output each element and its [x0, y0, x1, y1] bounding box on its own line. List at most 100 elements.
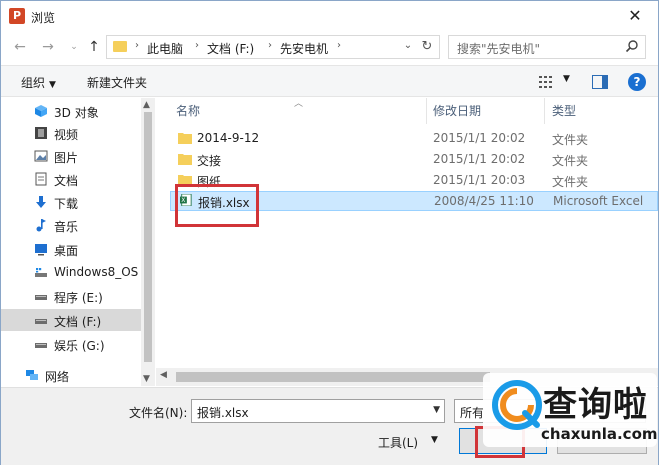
drive-icon: [35, 343, 47, 348]
folder-icon: [178, 154, 192, 165]
new-folder-button[interactable]: 新建文件夹: [87, 74, 147, 91]
file-type: 文件夹: [552, 154, 589, 168]
column-header-type[interactable]: 类型: [552, 102, 576, 119]
address-bar[interactable]: › 此电脑 › 文档 (F:) › 先安电机 › ⌄ ↻: [106, 35, 440, 59]
file-type: Microsoft Excel: [553, 194, 644, 208]
preview-pane-icon[interactable]: [592, 75, 608, 89]
forward-arrow-icon[interactable]: →: [39, 38, 57, 56]
watermark: 查询啦 chaxunla.com: [483, 373, 658, 447]
3d-objects-icon: [35, 105, 47, 117]
navigation-pane: 3D 对象 视频 图片 文档 下载 音乐 桌面 Windows8_OS 程序 (…: [1, 98, 155, 386]
file-date: 2015/1/1 20:02: [433, 152, 526, 166]
breadcrumb-separator-icon[interactable]: ›: [337, 40, 341, 51]
sidebar-item-label: 图片: [54, 151, 79, 165]
network-icon: [26, 370, 38, 380]
breadcrumb-drive-f[interactable]: 文档 (F:): [207, 40, 254, 57]
download-icon: [36, 196, 46, 208]
sidebar-item-label: 视频: [54, 128, 79, 142]
highlight-annotation-box: [175, 184, 259, 227]
breadcrumb-separator-icon[interactable]: ›: [195, 40, 199, 51]
os-drive-icon: [35, 268, 47, 277]
sidebar-item-windows8-os[interactable]: Windows8_OS: [1, 261, 141, 283]
scrollbar-thumb[interactable]: [176, 372, 490, 382]
drive-icon: [35, 319, 47, 324]
sidebar-item-label: 文档: [54, 174, 79, 188]
recent-dropdown-icon[interactable]: ⌄: [65, 38, 83, 56]
file-list: ︿ 名称 修改日期 类型 2014-9-12 2015/1/1 20:02 文件…: [156, 98, 658, 368]
address-dropdown-icon[interactable]: ⌄: [401, 40, 415, 51]
up-arrow-icon[interactable]: ↑: [85, 38, 103, 56]
window-title: 浏览: [31, 11, 56, 25]
title-bar: P 浏览 ✕: [1, 1, 658, 31]
breadcrumb-this-pc[interactable]: 此电脑: [147, 40, 183, 57]
nav-pane-scrollbar[interactable]: ▲ ▼: [141, 98, 155, 386]
column-header-name[interactable]: 名称: [176, 102, 200, 119]
file-name: 交接: [197, 154, 222, 168]
file-date: 2015/1/1 20:03: [433, 173, 526, 187]
view-dropdown-icon[interactable]: ▼: [563, 74, 570, 84]
watermark-logo-icon: [492, 380, 542, 430]
desktop-icon: [35, 244, 47, 256]
filename-value: 报销.xlsx: [197, 406, 249, 420]
sidebar-item-network[interactable]: 网络: [1, 364, 141, 386]
file-date: 2015/1/1 20:02: [433, 131, 526, 145]
watermark-brand-name: 查询啦: [543, 385, 648, 425]
scroll-left-arrow-icon[interactable]: ◀: [160, 370, 167, 380]
tools-dropdown-icon[interactable]: ▼: [431, 435, 438, 445]
file-date: 2008/4/25 11:10: [434, 194, 534, 208]
close-button[interactable]: ✕: [618, 3, 652, 29]
sidebar-item-label: 文档 (F:): [54, 315, 102, 329]
file-row[interactable]: 交接 2015/1/1 20:02 文件夹: [170, 150, 658, 170]
sidebar-item-pictures[interactable]: 图片: [1, 145, 141, 167]
documents-icon: [35, 172, 47, 186]
sidebar-item-3d-objects[interactable]: 3D 对象: [1, 100, 141, 122]
tools-button[interactable]: 工具(L): [378, 434, 418, 451]
sidebar-item-label: 3D 对象: [54, 106, 99, 120]
column-header-modified[interactable]: 修改日期: [433, 102, 481, 119]
breadcrumb-separator-icon[interactable]: ›: [268, 40, 272, 51]
sidebar-item-label: 网络: [45, 370, 70, 384]
sidebar-item-label: 桌面: [54, 244, 79, 258]
column-divider[interactable]: [544, 98, 545, 124]
breadcrumb-current-folder[interactable]: 先安电机: [280, 40, 328, 57]
sort-ascending-icon: ︿: [294, 99, 304, 109]
sidebar-item-label: Windows8_OS: [54, 265, 139, 279]
file-type: 文件夹: [552, 175, 589, 189]
file-name: 2014-9-12: [197, 131, 260, 145]
watermark-url: chaxunla.com: [541, 425, 658, 443]
scroll-up-arrow-icon[interactable]: ▲: [143, 100, 150, 110]
organize-label: 组织: [21, 76, 46, 90]
sidebar-item-video[interactable]: 视频: [1, 122, 141, 144]
sidebar-item-label: 娱乐 (G:): [54, 339, 105, 353]
column-divider[interactable]: [426, 98, 427, 124]
search-box[interactable]: 搜索"先安电机": [448, 35, 646, 59]
back-arrow-icon[interactable]: ←: [11, 38, 29, 56]
breadcrumb-separator-icon: ›: [135, 40, 139, 51]
filename-input[interactable]: 报销.xlsx ▼: [191, 399, 445, 423]
sidebar-item-label: 程序 (E:): [54, 291, 103, 305]
organize-button[interactable]: 组织 ▼: [21, 74, 56, 91]
sidebar-item-drive-e[interactable]: 程序 (E:): [1, 285, 141, 307]
scrollbar-thumb[interactable]: [144, 112, 152, 362]
sidebar-item-downloads[interactable]: 下载: [1, 191, 141, 213]
file-open-dialog: P 浏览 ✕ ← → ⌄ ↑ › 此电脑 › 文档 (F:) › 先安电机 › …: [0, 0, 659, 465]
powerpoint-app-icon: P: [9, 8, 25, 24]
search-icon[interactable]: [625, 39, 639, 53]
folder-icon: [178, 133, 192, 144]
scroll-down-arrow-icon[interactable]: ▼: [143, 374, 150, 384]
file-row[interactable]: 2014-9-12 2015/1/1 20:02 文件夹: [170, 129, 658, 149]
sidebar-item-drive-f[interactable]: 文档 (F:): [1, 309, 141, 331]
sidebar-item-desktop[interactable]: 桌面: [1, 238, 141, 260]
chevron-down-icon[interactable]: ▼: [433, 405, 440, 415]
sidebar-item-music[interactable]: 音乐: [1, 214, 141, 236]
pictures-icon: [34, 150, 48, 162]
music-icon: [36, 219, 46, 232]
sidebar-item-documents[interactable]: 文档: [1, 168, 141, 190]
view-mode-icon[interactable]: [539, 75, 555, 89]
search-placeholder: 搜索"先安电机": [457, 42, 541, 56]
refresh-icon[interactable]: ↻: [419, 39, 435, 54]
help-icon[interactable]: ?: [628, 73, 646, 91]
caret-down-icon: ▼: [49, 80, 56, 90]
drive-icon: [35, 295, 47, 300]
sidebar-item-drive-g[interactable]: 娱乐 (G:): [1, 333, 141, 355]
